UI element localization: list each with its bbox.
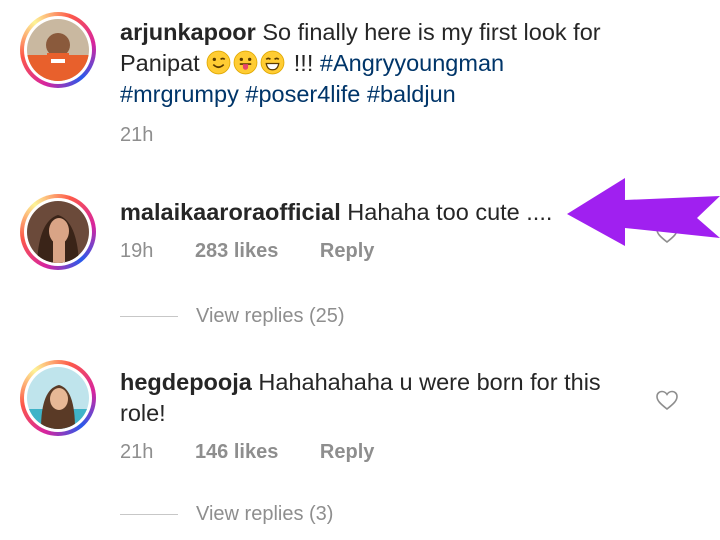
comment-text: malaikaaroraofficial Hahaha too cute ...…	[120, 197, 620, 228]
view-replies-label: View replies (3)	[196, 503, 334, 525]
hashtag-mrgrumpy[interactable]: #mrgrumpy	[120, 81, 239, 107]
likes-count[interactable]: 146 likes	[195, 441, 278, 463]
caption-exclaim: !!!	[287, 50, 320, 76]
timestamp: 19h	[120, 240, 154, 262]
avatar-hegdepooja[interactable]	[20, 360, 96, 436]
timestamp: 21h	[120, 124, 154, 146]
view-replies-button[interactable]: View replies (3)	[120, 503, 333, 526]
tongue-out-face-icon	[233, 50, 258, 75]
likes-count[interactable]: 283 likes	[195, 240, 278, 262]
replies-divider-line	[120, 514, 178, 515]
username-arjunkapoor[interactable]: arjunkapoor	[120, 19, 256, 45]
avatar-malaikaaroraofficial[interactable]	[20, 194, 96, 270]
comment-meta: 21h 146 likes Reply	[120, 441, 410, 464]
comment-meta: 19h 283 likes Reply	[120, 240, 410, 263]
caption-meta: 21h	[120, 124, 189, 147]
username-hegdepooja[interactable]: hegdepooja	[120, 369, 252, 395]
username-malaikaaroraofficial[interactable]: malaikaaroraofficial	[120, 199, 341, 225]
hashtag-poser4life[interactable]: #poser4life	[245, 81, 360, 107]
hashtag-angryyoungman[interactable]: #Angryyoungman	[320, 50, 504, 76]
replies-divider-line	[120, 316, 178, 317]
hashtag-baldjun[interactable]: #baldjun	[367, 81, 456, 107]
timestamp: 21h	[120, 441, 154, 463]
reply-button[interactable]: Reply	[320, 441, 374, 463]
heart-icon[interactable]	[655, 389, 679, 411]
purple-arrow-icon	[567, 178, 720, 246]
avatar-arjunkapoor[interactable]	[20, 12, 96, 88]
reply-button[interactable]: Reply	[320, 240, 374, 262]
view-replies-label: View replies (25)	[196, 305, 345, 327]
comments-page: arjunkapoor So finally here is my first …	[0, 0, 720, 540]
comment-body: Hahaha too cute ....	[340, 199, 553, 225]
winking-face-icon	[206, 50, 231, 75]
comment-text: hegdepooja Hahahahaha u were born for th…	[120, 367, 620, 429]
caption-text: arjunkapoor So finally here is my first …	[120, 17, 620, 110]
view-replies-button[interactable]: View replies (25)	[120, 305, 345, 328]
grinning-face-icon	[260, 50, 285, 75]
